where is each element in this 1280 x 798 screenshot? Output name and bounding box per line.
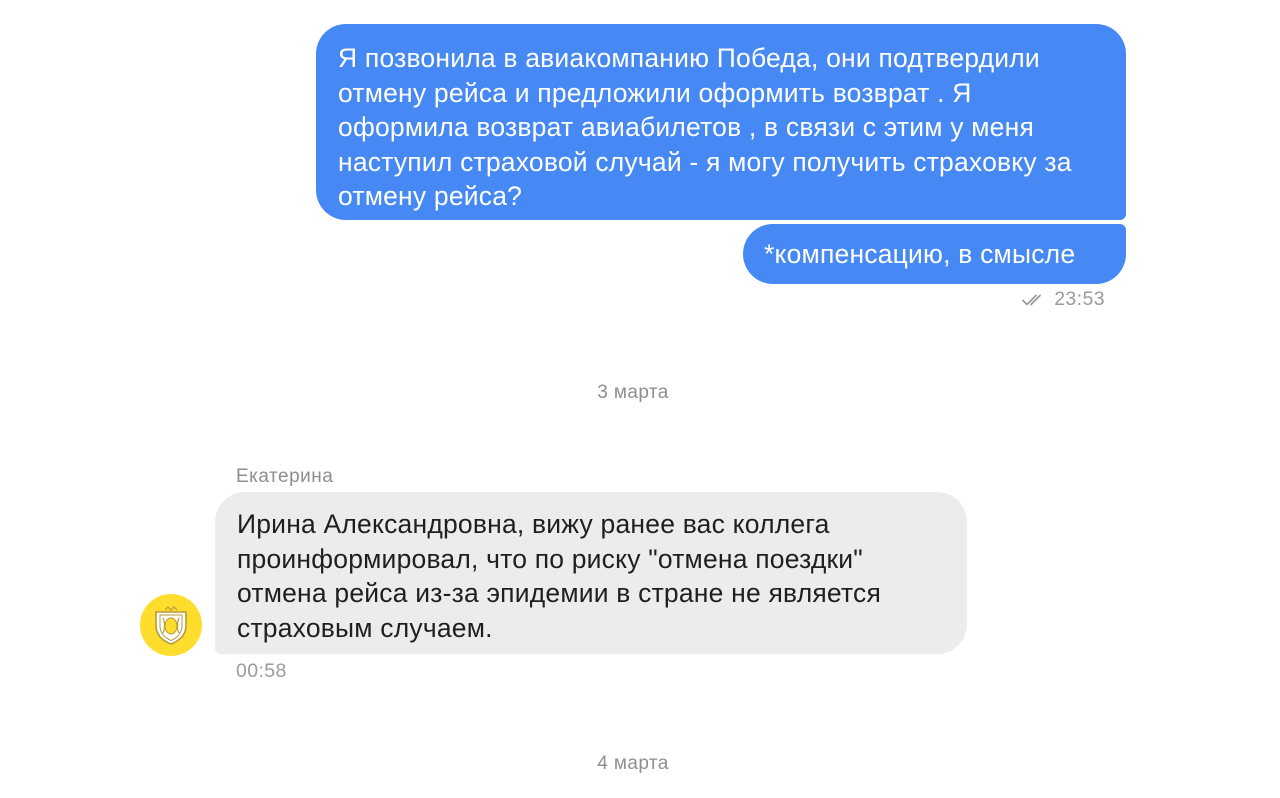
incoming-message[interactable]: Ирина Александровна, вижу ранее вас колл…: [215, 492, 967, 654]
date-separator: 3 марта: [597, 382, 669, 403]
sender-name: Екатерина: [236, 466, 334, 487]
message-text: Я позвонила в авиакомпанию Победа, они п…: [338, 43, 1072, 211]
message-time: 00:58: [236, 660, 287, 682]
double-check-icon: [1022, 294, 1042, 305]
message-time: 23:53: [1054, 288, 1105, 310]
message-meta: 23:53: [1022, 288, 1105, 311]
date-separator: 4 марта: [597, 753, 669, 774]
chat-thread: Я позвонила в авиакомпанию Победа, они п…: [0, 0, 1280, 798]
message-text: *компенсацию, в смысле: [764, 239, 1076, 269]
message-text: Ирина Александровна, вижу ранее вас колл…: [237, 509, 882, 643]
avatar[interactable]: [140, 594, 202, 656]
tinkoff-logo-icon: [155, 606, 187, 645]
outgoing-message[interactable]: *компенсацию, в смысле: [743, 224, 1126, 284]
outgoing-message[interactable]: Я позвонила в авиакомпанию Победа, они п…: [316, 24, 1126, 220]
